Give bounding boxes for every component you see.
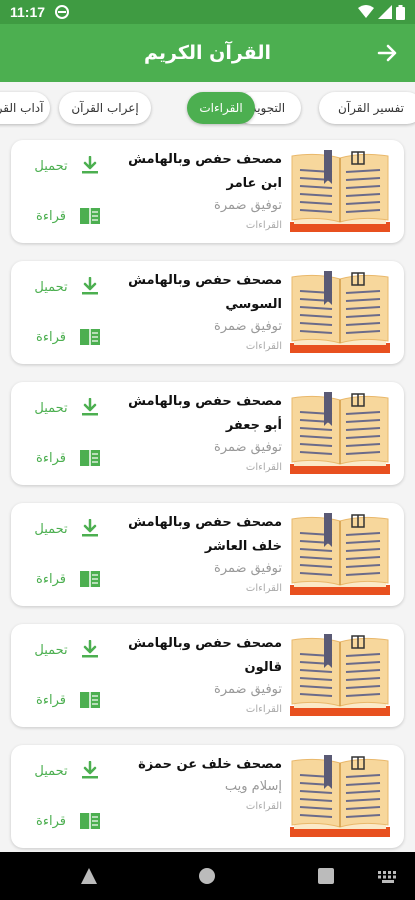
book-title: مصحف حفص وبالهامش قالون (128, 636, 282, 675)
download-icon (82, 519, 98, 537)
book-title: مصحف خلف عن حمزة (138, 757, 282, 772)
book-card[interactable]: مصحف حفص وبالهامش ابن عامر توفيق ضمرة ال… (11, 140, 404, 243)
read-button[interactable]: قراءة (29, 809, 109, 833)
tab-label: تفسير القرآن (338, 101, 404, 115)
nav-home-icon[interactable] (199, 868, 215, 884)
read-button[interactable]: قراءة (29, 688, 109, 712)
download-button[interactable]: تحميل (29, 638, 109, 662)
read-label: قراءة (36, 692, 66, 708)
open-book-icon (80, 208, 100, 224)
nav-back-icon[interactable] (79, 866, 99, 886)
tab-label: إعراب القرآن (71, 101, 139, 115)
download-label: تحميل (34, 642, 68, 658)
book-title: مصحف حفص وبالهامش أبو جعفر (128, 394, 282, 433)
book-author: توفيق ضمرة (214, 319, 282, 334)
download-button[interactable]: تحميل (29, 275, 109, 299)
tab-label: التجويد (250, 101, 286, 115)
tab-label: القراءات (199, 101, 243, 115)
book-author: توفيق ضمرة (214, 440, 282, 455)
download-button[interactable]: تحميل (29, 517, 109, 541)
book-illustration-icon (290, 271, 390, 353)
open-book-icon (80, 571, 100, 587)
dnd-icon (55, 5, 70, 19)
read-label: قراءة (36, 571, 66, 587)
read-button[interactable]: قراءة (29, 567, 109, 591)
open-book-icon (80, 329, 100, 345)
book-category: القراءات (245, 462, 282, 473)
download-label: تحميل (34, 400, 68, 416)
read-button[interactable]: قراءة (29, 204, 109, 228)
status-icons (358, 4, 405, 20)
nav-recents-icon[interactable] (318, 868, 334, 884)
read-button[interactable]: قراءة (29, 325, 109, 349)
book-category: القراءات (245, 341, 282, 352)
book-title: مصحف حفص وبالهامش السوسي (128, 273, 282, 312)
book-card[interactable]: مصحف خلف عن حمزة إسلام ويب القراءات تحمي… (11, 745, 404, 848)
system-nav-bar (0, 852, 415, 900)
book-illustration-icon (290, 634, 390, 716)
battery-icon (396, 4, 405, 20)
book-card[interactable]: مصحف حفص وبالهامش قالون توفيق ضمرة القرا… (11, 624, 404, 727)
book-title: مصحف حفص وبالهامش خلف العاشر (128, 515, 282, 554)
book-author: توفيق ضمرة (214, 561, 282, 576)
book-category: القراءات (245, 801, 282, 812)
wifi-icon (358, 5, 374, 18)
book-author: توفيق ضمرة (214, 198, 282, 213)
book-category: القراءات (245, 220, 282, 231)
book-author: إسلام ويب (224, 779, 282, 794)
book-illustration-icon (290, 513, 390, 595)
book-author: توفيق ضمرة (214, 682, 282, 697)
tab-quran-adab[interactable]: آداب القرآن (0, 92, 50, 124)
app-bar: القرآن الكريم (0, 24, 415, 82)
book-category: القراءات (245, 583, 282, 594)
book-title: مصحف حفص وبالهامش ابن عامر (128, 152, 282, 191)
download-icon (82, 640, 98, 658)
read-label: قراءة (36, 208, 66, 224)
book-card[interactable]: مصحف حفص وبالهامش خلف العاشر توفيق ضمرة … (11, 503, 404, 606)
page-title: القرآن الكريم (143, 42, 272, 64)
tab-quran-irab[interactable]: إعراب القرآن (59, 92, 151, 124)
book-card[interactable]: مصحف حفص وبالهامش السوسي توفيق ضمرة القر… (11, 261, 404, 364)
download-icon (82, 761, 98, 779)
read-label: قراءة (36, 450, 66, 466)
download-label: تحميل (34, 158, 68, 174)
download-button[interactable]: تحميل (29, 154, 109, 178)
download-button[interactable]: تحميل (29, 759, 109, 783)
book-illustration-icon (290, 755, 390, 837)
download-label: تحميل (34, 521, 68, 537)
book-illustration-icon (290, 392, 390, 474)
download-button[interactable]: تحميل (29, 396, 109, 420)
download-label: تحميل (34, 763, 68, 779)
book-illustration-icon (290, 150, 390, 232)
status-bar: 11:17 (0, 0, 415, 24)
category-tabs: تفسير القرآن التجويد القراءات إعراب القر… (0, 86, 415, 132)
keyboard-icon[interactable] (378, 871, 398, 883)
download-label: تحميل (34, 279, 68, 295)
tab-quran-tafsir[interactable]: تفسير القرآن (319, 92, 415, 124)
signal-icon (378, 5, 392, 19)
read-label: قراءة (36, 329, 66, 345)
book-card[interactable]: مصحف حفص وبالهامش أبو جعفر توفيق ضمرة ال… (11, 382, 404, 485)
read-label: قراءة (36, 813, 66, 829)
download-icon (82, 277, 98, 295)
download-icon (82, 398, 98, 416)
open-book-icon (80, 813, 100, 829)
status-time: 11:17 (10, 4, 46, 20)
back-arrow-icon[interactable] (375, 41, 399, 65)
book-category: القراءات (245, 704, 282, 715)
open-book-icon (80, 450, 100, 466)
open-book-icon (80, 692, 100, 708)
read-button[interactable]: قراءة (29, 446, 109, 470)
download-icon (82, 156, 98, 174)
tab-qiraat[interactable]: القراءات (187, 92, 255, 124)
tab-label: آداب القرآن (0, 101, 44, 115)
